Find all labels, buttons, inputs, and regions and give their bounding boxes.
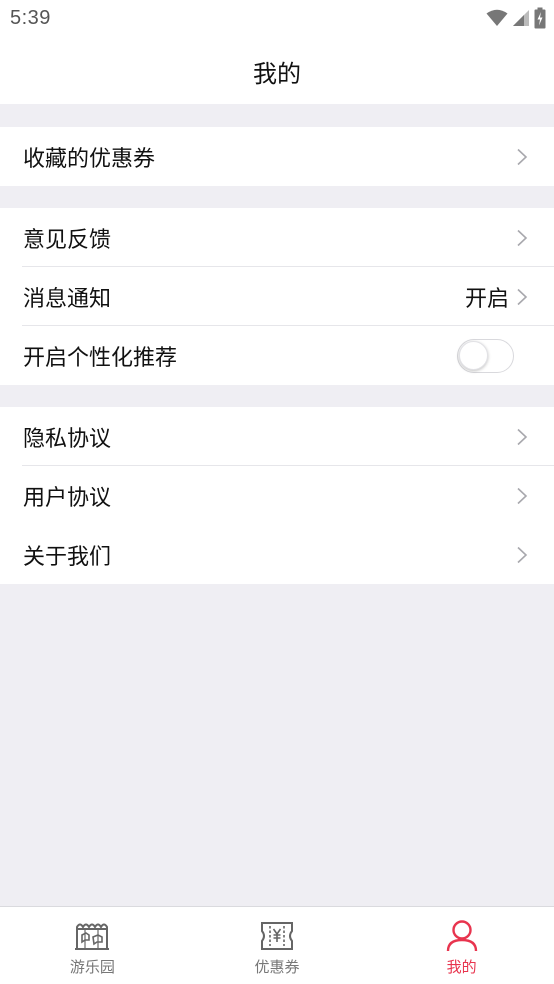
notification-status-value: 开启 <box>464 286 509 312</box>
wifi-icon <box>486 9 508 26</box>
row-feedback[interactable]: 意见反馈 <box>0 208 554 267</box>
row-label: 隐私协议 <box>23 426 112 452</box>
status-bar: 5:39 <box>0 0 554 38</box>
settings-group-legal: 隐私协议 用户协议 关于我们 <box>0 407 554 584</box>
chevron-right-icon <box>517 428 528 445</box>
header: 我的 <box>0 38 554 104</box>
chevron-right-icon <box>517 288 528 305</box>
page-title: 我的 <box>253 59 301 88</box>
carousel-icon <box>75 923 110 950</box>
row-label: 消息通知 <box>23 286 112 312</box>
row-label: 收藏的优惠券 <box>23 146 156 172</box>
status-time: 5:39 <box>10 7 51 29</box>
tab-label: 我的 <box>446 958 477 976</box>
row-about-us[interactable]: 关于我们 <box>0 525 554 584</box>
toggle-knob <box>459 340 488 370</box>
row-label: 用户协议 <box>23 485 112 511</box>
bottom-tab-bar: 游乐园 优惠券 我的 <box>0 906 554 984</box>
battery-charging-icon <box>534 7 546 29</box>
personalized-recommendation-toggle[interactable] <box>457 338 514 373</box>
tab-amusement-park[interactable]: 游乐园 <box>0 907 185 984</box>
row-privacy-policy[interactable]: 隐私协议 <box>0 407 554 466</box>
screen: 5:39 我的 收藏的优惠券 意见反馈 消息通知 开启 开启个性化推荐 隐私协议… <box>0 0 554 984</box>
status-icons <box>486 7 546 29</box>
row-label: 关于我们 <box>23 544 112 570</box>
coupon-icon <box>261 922 293 950</box>
row-label: 开启个性化推荐 <box>23 345 178 371</box>
settings-group-favorites: 收藏的优惠券 <box>0 127 554 186</box>
cellular-signal-icon <box>513 10 529 26</box>
user-icon <box>446 920 477 952</box>
tab-label: 优惠券 <box>254 958 300 976</box>
row-favorite-coupons[interactable]: 收藏的优惠券 <box>0 127 554 186</box>
tab-coupons[interactable]: 优惠券 <box>185 907 370 984</box>
row-user-agreement[interactable]: 用户协议 <box>0 466 554 525</box>
chevron-right-icon <box>517 487 528 504</box>
chevron-right-icon <box>517 148 528 165</box>
row-personalized-recommendation: 开启个性化推荐 <box>0 326 554 385</box>
settings-group-general: 意见反馈 消息通知 开启 开启个性化推荐 <box>0 208 554 385</box>
tab-label: 游乐园 <box>69 958 115 976</box>
row-notifications[interactable]: 消息通知 开启 <box>0 267 554 326</box>
chevron-right-icon <box>517 546 528 563</box>
chevron-right-icon <box>517 229 528 246</box>
row-label: 意见反馈 <box>23 227 112 253</box>
tab-mine[interactable]: 我的 <box>369 907 554 984</box>
